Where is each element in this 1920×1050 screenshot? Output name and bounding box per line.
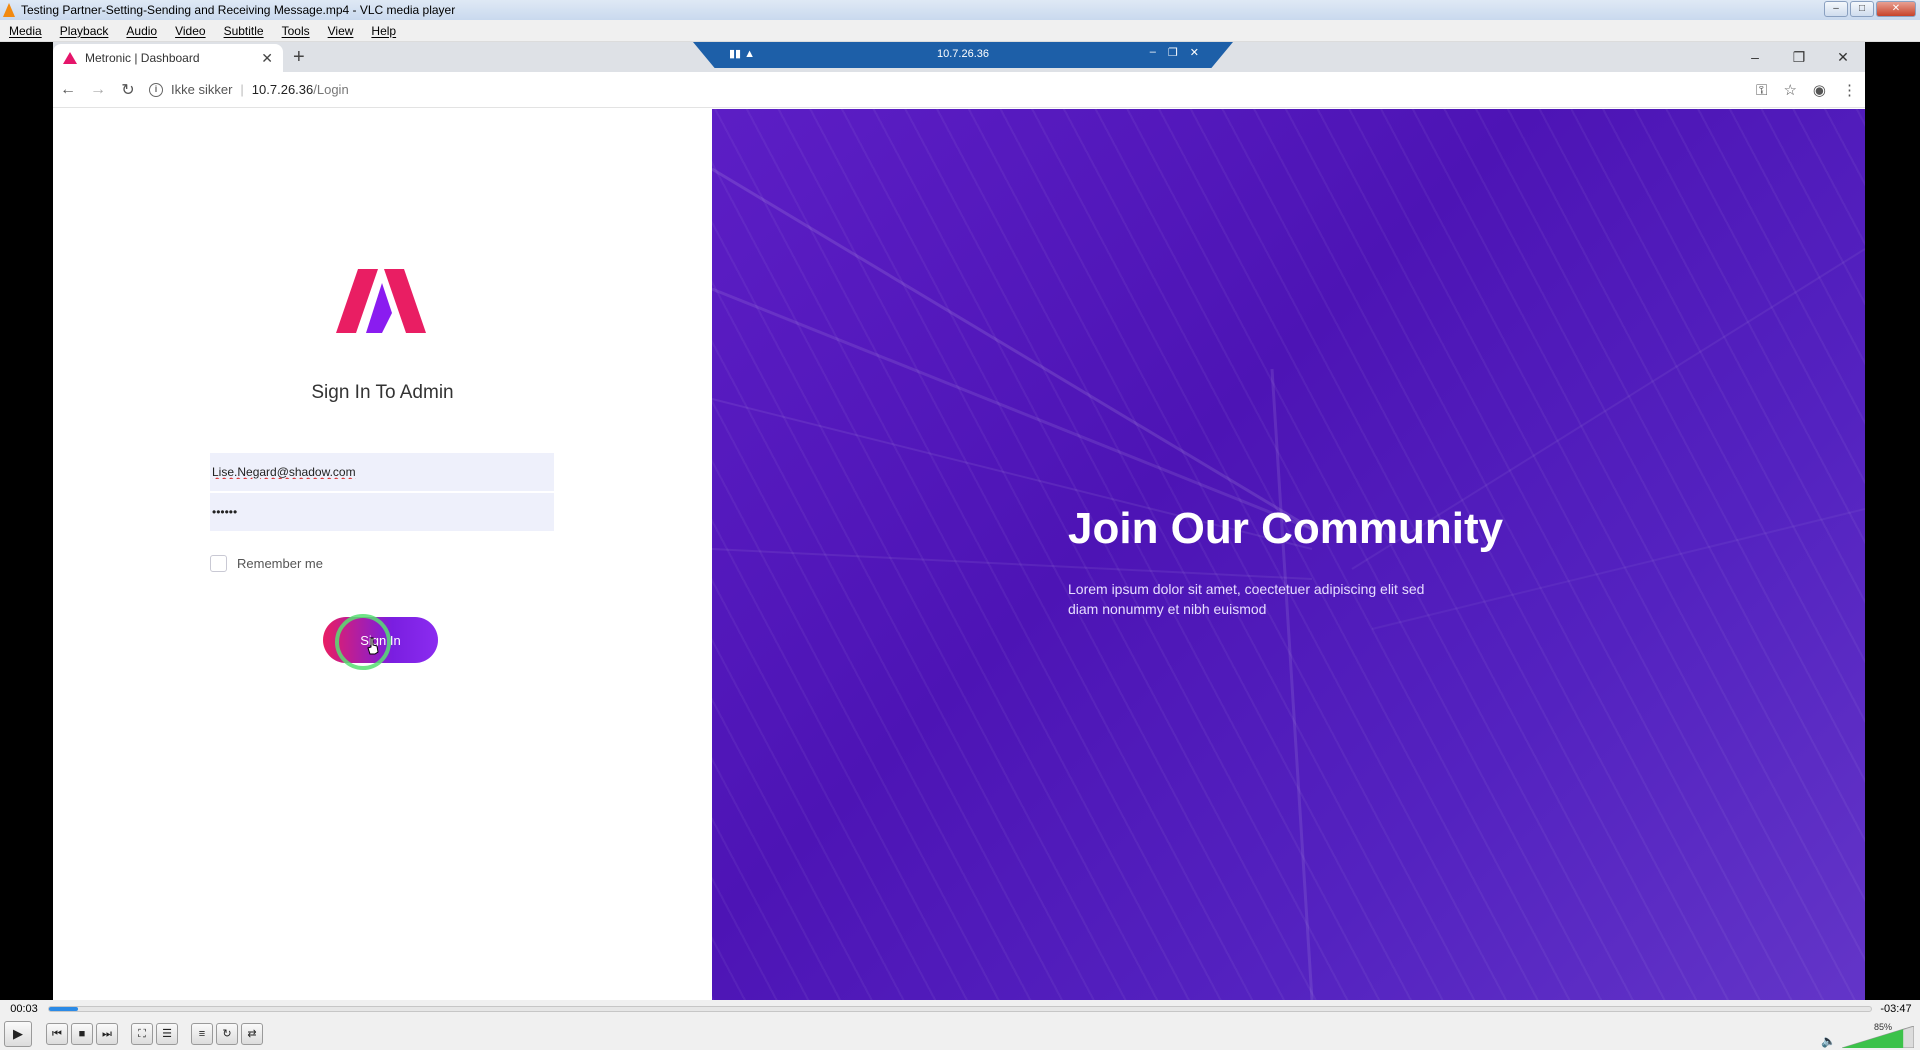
vlc-menu-bar: Media Playback Audio Video Subtitle Tool… [0,20,1920,42]
forward-icon[interactable]: → [83,81,113,99]
stop-button[interactable]: ■ [71,1023,93,1045]
vlc-cone-icon [3,3,15,17]
browser-minimize-icon[interactable]: – [1733,42,1777,72]
login-title: Sign In To Admin [311,382,454,403]
password-field[interactable] [210,493,554,531]
tab-strip: Metronic | Dashboard ✕ + ▮▮ ▲ 10.7.26.36… [53,42,1865,72]
vlc-title-bar: Testing Partner-Setting-Sending and Rece… [0,0,1920,20]
tab-metronic[interactable]: Metronic | Dashboard ✕ [53,44,283,72]
volume-control: 🔈 85% [1821,1022,1915,1049]
remember-me[interactable]: Remember me [210,555,323,572]
tab-close-icon[interactable]: ✕ [261,50,273,67]
remember-label: Remember me [237,556,323,571]
new-tab-icon[interactable]: + [293,46,305,68]
hero-background-image [712,167,1865,1000]
login-page: Sign In To Admin Remember me Sign In [53,109,1865,1000]
playlist-button[interactable]: ≡ [191,1023,213,1045]
remote-desktop-bar: ▮▮ ▲ 10.7.26.36 – ❐ ✕ [693,42,1233,68]
login-pane: Sign In To Admin Remember me Sign In [53,109,712,1000]
menu-subtitle[interactable]: Subtitle [215,24,273,38]
menu-view[interactable]: View [319,24,363,38]
bookmark-star-icon[interactable]: ☆ [1783,81,1796,99]
info-icon[interactable]: i [149,82,163,97]
url-host: 10.7.26.36 [251,82,314,97]
hero-title: Join Our Community [1068,504,1504,553]
window-title: Testing Partner-Setting-Sending and Rece… [21,3,456,17]
previous-button[interactable]: ⏮ [46,1023,68,1045]
next-button[interactable]: ⏭ [96,1023,118,1045]
address-bar: ← → ↻ i Ikke sikker | 10.7.26.36/Login ⚿… [53,72,1865,108]
menu-playback[interactable]: Playback [51,24,118,38]
hero-text: Lorem ipsum dolor sit amet, coectetuer a… [1068,581,1425,617]
remember-checkbox[interactable] [210,555,227,572]
speaker-icon[interactable]: 🔈 [1821,1034,1836,1048]
tab-title: Metronic | Dashboard [85,51,200,65]
menu-audio[interactable]: Audio [117,24,166,38]
back-icon[interactable]: ← [53,81,83,99]
shuffle-button[interactable]: ⇄ [241,1023,263,1045]
omnibox[interactable]: i Ikke sikker | 10.7.26.36/Login [149,82,349,97]
play-button[interactable]: ▶ [4,1021,32,1047]
browser-menu-icon[interactable]: ⋮ [1842,81,1857,99]
loop-button[interactable]: ↻ [216,1023,238,1045]
volume-percent: 85% [1873,1022,1892,1032]
menu-video[interactable]: Video [166,24,214,38]
url-separator: | [240,82,244,97]
time-elapsed: 00:03 [10,1003,38,1015]
email-field[interactable] [210,453,554,491]
close-button[interactable]: ✕ [1876,1,1916,17]
url-path: /Login [313,82,349,97]
seek-progress [49,1007,79,1011]
sign-in-button[interactable]: Sign In [323,617,438,663]
menu-media[interactable]: Media [0,24,51,38]
security-label: Ikke sikker [171,82,233,97]
vlc-controls: ▶ ⏮ ■ ⏭ ⛶ ☰ ≡ ↻ ⇄ 🔈 85% [0,1018,1920,1050]
browser-close-icon[interactable]: ✕ [1821,42,1865,72]
maximize-button[interactable]: □ [1850,1,1874,17]
seek-slider[interactable] [48,1006,1872,1012]
vlc-seek-bar: 00:03 -03:47 [0,1000,1920,1018]
browser-restore-icon[interactable]: ❐ [1777,42,1821,72]
hero-panel: Join Our Community Lorem ipsum dolor sit… [712,109,1865,1000]
rdp-restore-icon[interactable]: ❐ [1168,46,1178,59]
time-remaining[interactable]: -03:47 [1872,1003,1920,1015]
rdp-close-icon[interactable]: ✕ [1190,46,1199,59]
rdp-minimize-icon[interactable]: – [1150,46,1156,59]
menu-tools[interactable]: Tools [273,24,319,38]
metronic-favicon-icon [63,52,77,64]
profile-icon[interactable]: ◉ [1813,81,1826,99]
minimize-button[interactable]: – [1824,1,1848,17]
volume-slider[interactable]: 85% [1841,1022,1915,1049]
metronic-logo-icon [336,269,426,333]
fullscreen-button[interactable]: ⛶ [131,1023,153,1045]
menu-help[interactable]: Help [362,24,405,38]
browser-window: Metronic | Dashboard ✕ + ▮▮ ▲ 10.7.26.36… [53,42,1865,1000]
reload-icon[interactable]: ↻ [113,80,143,100]
extended-settings-button[interactable]: ☰ [156,1023,178,1045]
key-icon[interactable]: ⚿ [1756,82,1767,99]
